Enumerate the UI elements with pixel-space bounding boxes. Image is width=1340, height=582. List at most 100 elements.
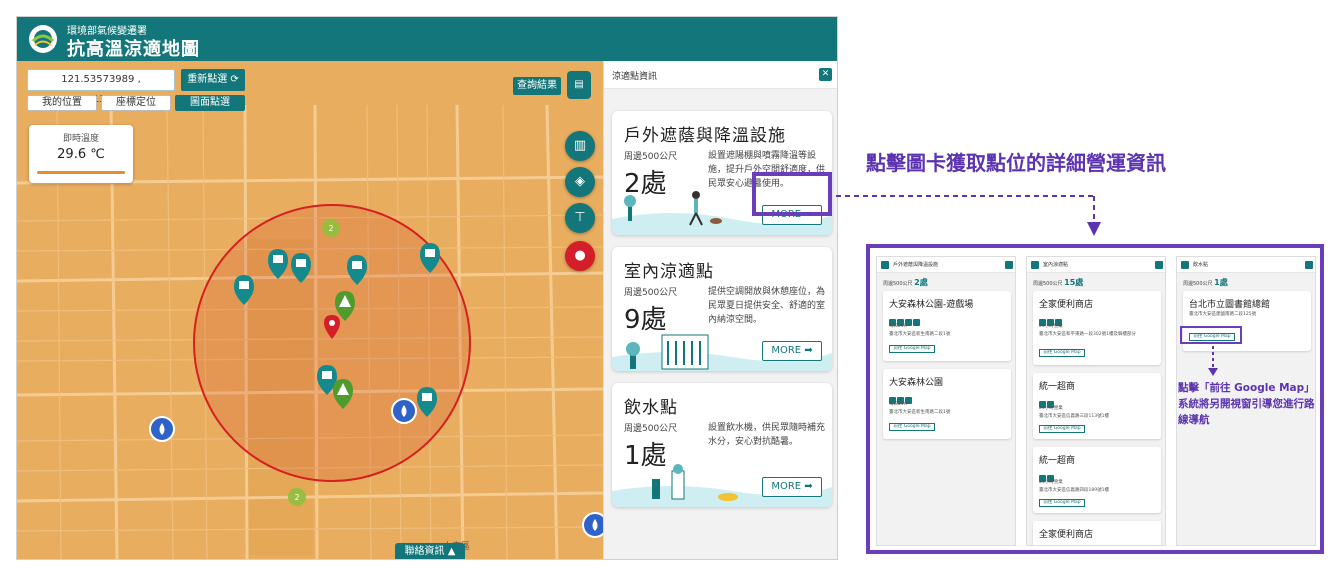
google-map-button[interactable]: 前往 Google Map [1039,499,1085,507]
detail-count: 15處 [1064,278,1084,287]
refresh-icon: ⟳ [230,74,239,85]
close-icon[interactable] [1305,261,1313,269]
arrow-right-icon: ➡ [804,481,813,492]
card-description: 設置飲水機，供民眾隨時補充水分，安心對抗酷暑。 [708,423,826,447]
card-range: 周邊500公尺 [624,152,678,162]
detail-count-line: 周邊500公尺 15處 [1033,277,1083,288]
water-point-marker[interactable] [149,416,175,442]
layers-button[interactable]: ◈ [565,167,595,197]
more-button[interactable]: MORE ➡ [762,341,822,361]
google-map-button[interactable]: 前往 Google Map [1039,349,1085,357]
water-point-marker[interactable] [391,398,417,424]
more-button[interactable]: MORE ➡ [762,477,822,497]
pin-button[interactable]: ● [565,241,595,271]
cluster-count: 2 [328,224,333,233]
facility-address: 臺北市大安區信義路四段189號1樓 [1039,488,1109,493]
map-layer-button[interactable]: ▥ [565,131,595,161]
indoor-marker[interactable] [291,253,311,283]
signpost-icon: ⊤ [574,210,586,225]
signpost-button[interactable]: ⊤ [565,203,595,233]
map-pick-button[interactable]: 圖面點選 [175,95,245,111]
facility-name: 大安森林公園-遊戲場 [889,300,974,310]
google-map-button[interactable]: 前往 Google Map [889,423,935,431]
detail-range: 周邊500公尺 [883,281,913,287]
facility-hours: 24小時營業 [1039,406,1063,411]
my-location-button[interactable]: 我的位置 [27,95,97,111]
facility-name: 全家便利商店 [1039,530,1094,540]
detail-header: 戶外遮蔭與降溫設施 [877,257,1015,273]
detail-card[interactable]: 全家便利商店 24小時營業 臺北市大安區和平東路一段302號1樓及騎樓部分 前往… [1033,291,1161,365]
facility-tags [1039,467,1055,482]
detail-card[interactable]: 全家便利商店 [1033,521,1161,545]
google-map-button[interactable]: 前往 Google Map [889,345,935,353]
google-map-button[interactable]: 前往 Google Map [1039,425,1085,433]
refresh-label: 重新點選 [187,74,228,85]
temperature-bar [37,171,125,174]
document-icon: ▤ [574,79,584,90]
temperature-value: 29.6 ℃ [57,147,105,162]
back-icon[interactable] [881,261,889,269]
refresh-button[interactable]: 重新點選 ⟳ [181,69,245,91]
contact-info-button[interactable]: 聯絡資訊 ▲ [395,543,465,559]
close-icon[interactable]: ✕ [819,68,832,81]
close-icon[interactable] [1155,261,1163,269]
facility-card-water[interactable]: 飲水點 周邊500公尺 1處 設置飲水機，供民眾隨時補充水分，安心對抗酷暑。 M… [612,383,832,507]
more-button-highlight [752,172,832,216]
facility-panel: 涼適點資訊 ✕ 戶外遮蔭與降溫設施 周邊500公尺 2處 設置遮陽棚與噴霧降溫等… [603,61,837,559]
arrow-right-icon: ➡ [804,345,813,356]
back-icon[interactable] [1031,261,1039,269]
agency-logo [27,23,59,55]
card-title: 戶外遮蔭與降溫設施 [624,126,786,146]
outdoor-shade-marker[interactable] [333,379,353,409]
facility-address: 臺北市大安區建國南路二段125號 [1189,312,1257,317]
more-label: MORE [771,481,802,492]
query-result-button[interactable]: 查詢結果 [513,77,561,95]
cluster-marker[interactable]: 2 [322,219,340,237]
close-icon[interactable] [1005,261,1013,269]
outdoor-shade-marker[interactable] [335,291,355,321]
facility-hours: 每日24H [889,324,908,329]
detail-header-title: 飲水點 [1193,262,1209,268]
cluster-marker[interactable]: 2 [288,488,306,506]
more-label: MORE [771,345,802,356]
facility-tags [1039,393,1055,408]
detail-range: 周邊500公尺 [1033,281,1063,287]
indoor-marker[interactable] [420,243,440,273]
card-title: 飲水點 [624,398,678,418]
card-title: 室內涼適點 [624,262,714,282]
google-map-note: 點擊「前往 Google Map」系統將另開視窗引導您進行路線導航 [1178,382,1315,426]
detail-column-outdoor: 戶外遮蔭與降溫設施 周邊500公尺 2處 大安森林公園-遊戲場 每日24H 臺北… [876,256,1016,546]
back-icon[interactable] [1181,261,1189,269]
map-icon: ▥ [573,138,587,153]
facility-tags [889,311,921,326]
water-point-marker[interactable] [582,512,603,538]
facility-address: 臺北市大安區新生南路二段1號 [889,410,951,415]
detail-count-line: 周邊500公尺 1處 [1183,277,1228,288]
facility-address: 臺北市大安區新生南路二段1號 [889,332,951,337]
detail-count: 1處 [1214,278,1228,287]
coordinates-display: 121.53573989 , 25.031300685 [27,69,175,105]
facility-hours: 每日24H [889,402,908,407]
callout-text: 點擊圖卡獲取點位的詳細營運資訊 [866,151,1166,175]
indoor-marker[interactable] [347,255,367,285]
temperature-label: 即時溫度 [62,134,99,144]
detail-card[interactable]: 統一超商 24小時營業 臺北市大安區信義路三段113號1樓 前往 Google … [1033,373,1161,439]
document-button[interactable]: ▤ [567,71,591,99]
indoor-marker[interactable] [417,387,437,417]
facility-card-indoor[interactable]: 室內涼適點 周邊500公尺 9處 提供空調開放與休憩座位，為民眾夏日提供安全、舒… [612,247,832,371]
map-canvas[interactable]: 2 2 大安區 121.53573989 , 25.031300685 重新點選… [17,61,603,559]
layers-icon: ◈ [575,174,585,189]
detail-card[interactable]: 統一超商 24小時營業 臺北市大安區信義路四段189號1樓 前往 Google … [1033,447,1161,513]
panel-title: 涼適點資訊 [612,72,658,82]
indoor-marker[interactable] [234,275,254,305]
detail-column-indoor: 室內涼適點 周邊500公尺 15處 全家便利商店 24小時營業 臺北市大安區和平… [1026,256,1166,546]
detail-card[interactable]: 大安森林公園 每日24H 臺北市大安區新生南路二段1號 前往 Google Ma… [883,369,1011,439]
indoor-marker[interactable] [268,249,288,279]
detail-header: 飲水點 [1177,257,1315,273]
card-description: 提供空調開放與休憩座位，為民眾夏日提供安全、舒適的室內納涼空間。 [708,287,826,325]
facility-name: 大安森林公園 [889,378,944,388]
app-header: 環境部氣候變遷署 抗高溫涼適地圖 [17,17,837,61]
detail-card[interactable]: 大安森林公園-遊戲場 每日24H 臺北市大安區新生南路二段1號 前往 Googl… [883,291,1011,361]
detail-count-line: 周邊500公尺 2處 [883,277,928,288]
coord-locate-button[interactable]: 座標定位 [101,95,171,111]
